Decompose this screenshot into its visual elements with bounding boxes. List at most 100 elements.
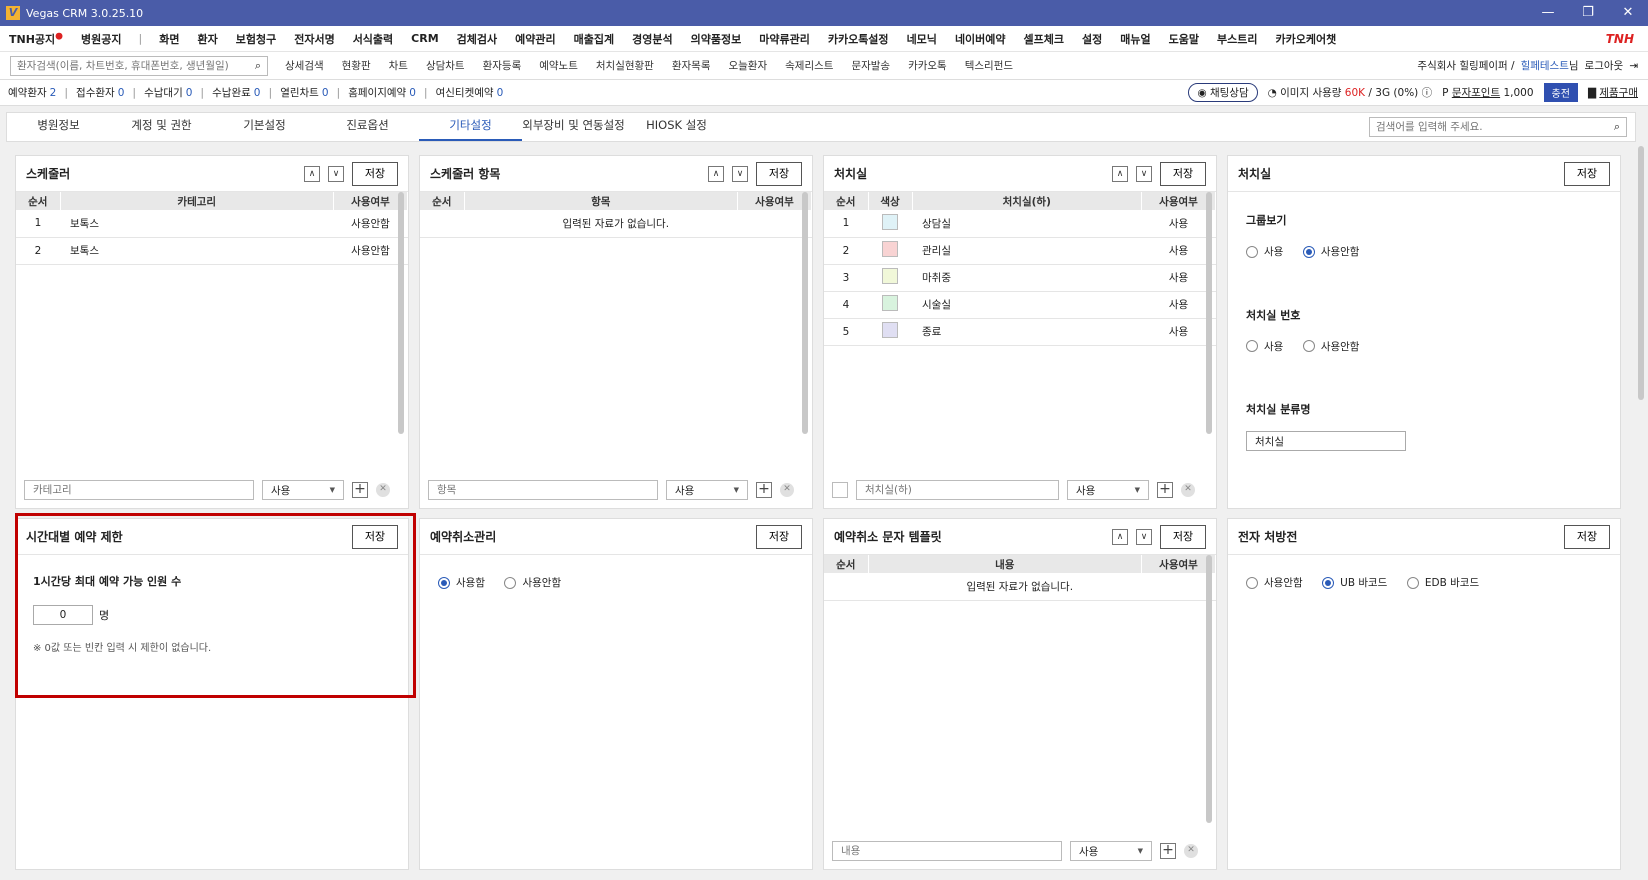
color-picker-box[interactable] [832, 482, 848, 498]
eprescription-not-use-radio[interactable]: 사용안함 [1246, 575, 1303, 590]
menu-item-naver[interactable]: 네이버예약 [946, 31, 1015, 47]
table-row[interactable]: 2 보톡스 사용안함 [16, 237, 408, 265]
item-input[interactable] [428, 480, 658, 500]
tab-basic-settings[interactable]: 기본설정 [213, 111, 316, 141]
logout-icon[interactable]: ⇥ [1629, 60, 1638, 72]
move-down-icon[interactable]: ∨ [732, 166, 748, 182]
toolbar-link-consult-chart[interactable]: 상담차트 [417, 58, 474, 73]
toolbar-link-kakaotalk[interactable]: 카카오톡 [899, 58, 956, 73]
menu-item-drug-info[interactable]: 의약품정보 [682, 31, 751, 47]
tab-hiosk-settings[interactable]: HIOSK 설정 [625, 111, 728, 141]
add-icon[interactable]: + [1157, 482, 1173, 498]
color-swatch[interactable] [882, 213, 898, 230]
toolbar-link-chart[interactable]: 차트 [380, 58, 417, 73]
tab-other-settings[interactable]: 기타설정 [419, 111, 522, 141]
scrollbar[interactable] [802, 192, 808, 434]
color-swatch[interactable] [882, 322, 898, 338]
chat-consult-button[interactable]: ◉ 채팅상담 [1188, 83, 1258, 102]
menu-item-nemonic[interactable]: 네모닉 [898, 31, 946, 47]
add-icon[interactable]: + [756, 482, 772, 498]
save-button[interactable]: 저장 [1160, 525, 1206, 549]
table-row[interactable]: 1 보톡스 사용안함 [16, 210, 408, 238]
move-down-icon[interactable]: ∨ [1136, 529, 1152, 545]
table-row[interactable]: 3 마취중 사용 [824, 264, 1216, 292]
scrollbar[interactable] [1206, 555, 1212, 823]
usage-select[interactable]: 사용 ▼ [1070, 841, 1152, 861]
menu-item-help[interactable]: 도움말 [1160, 31, 1208, 47]
scrollbar[interactable] [398, 192, 404, 434]
table-row[interactable]: 4 시술실 사용 [824, 291, 1216, 319]
move-up-icon[interactable]: ∧ [1112, 166, 1128, 182]
scrollbar[interactable] [1206, 192, 1212, 434]
add-icon[interactable]: + [352, 482, 368, 498]
menu-item-reservation[interactable]: 예약관리 [506, 31, 564, 47]
move-up-icon[interactable]: ∧ [708, 166, 724, 182]
status-reserved[interactable]: 예약환자 2 [0, 85, 64, 100]
patient-search-input[interactable] [17, 59, 255, 72]
save-button[interactable]: 저장 [756, 525, 802, 549]
clear-icon[interactable]: ✕ [376, 483, 390, 497]
minimize-button[interactable]: — [1528, 0, 1568, 26]
eprescription-edb-barcode-radio[interactable]: EDB 바코드 [1406, 575, 1479, 590]
status-ticket-reservation[interactable]: 여신티켓예약 0 [428, 85, 512, 100]
category-name-input[interactable]: 처치실 [1246, 431, 1406, 451]
settings-search-box[interactable]: ⌕ [1369, 117, 1627, 137]
menu-item-screen[interactable]: 화면 [150, 31, 188, 47]
toolbar-link-reservation-note[interactable]: 예약노트 [530, 58, 587, 73]
room-number-use-radio[interactable]: 사용 [1246, 339, 1283, 354]
product-purchase[interactable]: ▇ 제품구매 [1588, 85, 1638, 100]
menu-item-analysis[interactable]: 경영분석 [623, 31, 681, 47]
clear-icon[interactable]: ✕ [1181, 483, 1195, 497]
group-view-use-radio[interactable]: 사용 [1246, 244, 1283, 259]
move-down-icon[interactable]: ∨ [1136, 166, 1152, 182]
menu-item-kakao-carechat[interactable]: 카카오케어챗 [1267, 31, 1346, 47]
move-up-icon[interactable]: ∧ [1112, 529, 1128, 545]
menu-item-boostree[interactable]: 부스트리 [1208, 31, 1266, 47]
menu-item-narcotics[interactable]: 마약류관리 [750, 31, 819, 47]
menu-item-lab[interactable]: 검체검사 [448, 31, 506, 47]
eprescription-ub-barcode-radio[interactable]: UB 바코드 [1322, 575, 1387, 590]
status-received[interactable]: 접수환자 0 [68, 85, 132, 100]
move-up-icon[interactable]: ∧ [304, 166, 320, 182]
tab-hospital-info[interactable]: 병원정보 [7, 111, 110, 141]
toolbar-link-today-patients[interactable]: 오늘환자 [719, 58, 776, 73]
logout-link[interactable]: 로그아웃 [1585, 58, 1624, 73]
menu-item-manual[interactable]: 매뉴얼 [1111, 31, 1159, 47]
status-homepage-reservation[interactable]: 홈페이지예약 0 [340, 85, 424, 100]
color-swatch[interactable] [882, 295, 898, 311]
toolbar-link-patient-register[interactable]: 환자등록 [474, 58, 531, 73]
tab-external-devices[interactable]: 외부장비 및 연동설정 [522, 111, 625, 141]
content-input[interactable] [832, 841, 1062, 861]
save-button[interactable]: 저장 [1564, 162, 1610, 186]
room-name-input[interactable] [856, 480, 1059, 500]
table-row[interactable]: 5 종료 사용 [824, 318, 1216, 346]
menu-item-tnh-notice[interactable]: TNH공지● [0, 31, 72, 47]
close-button[interactable]: ✕ [1608, 0, 1648, 26]
toolbar-link-tax-refund[interactable]: 텍스리펀드 [956, 58, 1022, 73]
restore-button[interactable]: ❐ [1568, 0, 1608, 26]
usage-select[interactable]: 사용 ▼ [666, 480, 748, 500]
settings-search-input[interactable] [1376, 121, 1614, 133]
user-name-link[interactable]: 힐페테스트 [1521, 60, 1569, 72]
cancel-use-radio[interactable]: 사용함 [438, 575, 485, 590]
usage-select[interactable]: 사용 ▼ [262, 480, 344, 500]
status-payment-waiting[interactable]: 수납대기 0 [136, 85, 200, 100]
menu-item-patient[interactable]: 환자 [188, 31, 226, 47]
room-number-not-use-radio[interactable]: 사용안함 [1302, 339, 1359, 354]
save-button[interactable]: 저장 [352, 162, 398, 186]
group-view-not-use-radio[interactable]: 사용안함 [1302, 244, 1359, 259]
menu-item-kakao-settings[interactable]: 카카오톡설정 [819, 31, 898, 47]
search-icon[interactable]: ⌕ [255, 59, 261, 73]
menu-item-crm[interactable]: CRM [402, 32, 448, 45]
color-swatch[interactable] [882, 241, 898, 257]
save-button[interactable]: 저장 [1564, 525, 1610, 549]
add-icon[interactable]: + [1160, 843, 1176, 859]
color-swatch[interactable] [882, 268, 898, 284]
menu-item-print-forms[interactable]: 서식출력 [344, 31, 402, 47]
tab-account-permission[interactable]: 계정 및 권한 [110, 111, 213, 141]
clear-icon[interactable]: ✕ [780, 483, 794, 497]
menu-item-esign[interactable]: 전자서명 [285, 31, 343, 47]
toolbar-link-detail-search[interactable]: 상세검색 [276, 58, 333, 73]
toolbar-link-patient-list[interactable]: 환자목록 [663, 58, 720, 73]
search-icon[interactable]: ⌕ [1614, 120, 1620, 134]
